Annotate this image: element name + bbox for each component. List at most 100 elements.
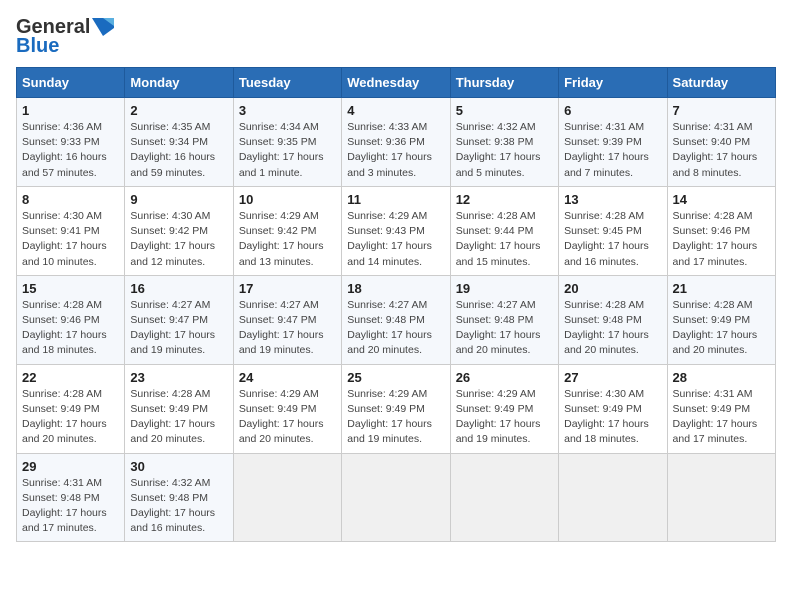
day-cell: 24 Sunrise: 4:29 AM Sunset: 9:49 PM Dayli… [233,364,341,453]
day-number: 18 [347,281,444,296]
day-info: Sunrise: 4:35 AM Sunset: 9:34 PM Dayligh… [130,120,227,181]
day-info: Sunrise: 4:30 AM Sunset: 9:49 PM Dayligh… [564,387,661,448]
day-number: 7 [673,103,770,118]
day-cell: 26 Sunrise: 4:29 AM Sunset: 9:49 PM Dayli… [450,364,558,453]
day-info: Sunrise: 4:29 AM Sunset: 9:49 PM Dayligh… [347,387,444,448]
day-number: 15 [22,281,119,296]
day-cell: 10 Sunrise: 4:29 AM Sunset: 9:42 PM Dayli… [233,186,341,275]
day-cell: 5Sunrise: 4:32 AM Sunset: 9:38 PM Daylig… [450,98,558,187]
day-cell [667,453,775,542]
day-number: 16 [130,281,227,296]
day-cell: 29 Sunrise: 4:31 AM Sunset: 9:48 PM Dayli… [17,453,125,542]
day-cell: 11 Sunrise: 4:29 AM Sunset: 9:43 PM Dayli… [342,186,450,275]
day-number: 19 [456,281,553,296]
day-cell: 28 Sunrise: 4:31 AM Sunset: 9:49 PM Dayli… [667,364,775,453]
day-number: 4 [347,103,444,118]
day-cell: 6Sunrise: 4:31 AM Sunset: 9:39 PM Daylig… [559,98,667,187]
day-info: Sunrise: 4:36 AM Sunset: 9:33 PM Dayligh… [22,120,119,181]
day-number: 20 [564,281,661,296]
day-number: 12 [456,192,553,207]
day-cell [342,453,450,542]
logo: General Blue [16,16,114,57]
calendar-table: SundayMondayTuesdayWednesdayThursdayFrid… [16,67,776,542]
week-row-5: 29 Sunrise: 4:31 AM Sunset: 9:48 PM Dayli… [17,453,776,542]
day-info: Sunrise: 4:28 AM Sunset: 9:45 PM Dayligh… [564,209,661,270]
day-cell [233,453,341,542]
day-number: 17 [239,281,336,296]
day-info: Sunrise: 4:34 AM Sunset: 9:35 PM Dayligh… [239,120,336,181]
day-cell: 15 Sunrise: 4:28 AM Sunset: 9:46 PM Dayli… [17,275,125,364]
day-number: 8 [22,192,119,207]
day-info: Sunrise: 4:27 AM Sunset: 9:48 PM Dayligh… [347,298,444,359]
week-row-1: 1 Sunrise: 4:36 AM Sunset: 9:33 PM Daylig… [17,98,776,187]
day-number: 27 [564,370,661,385]
day-cell: 9Sunrise: 4:30 AM Sunset: 9:42 PM Daylig… [125,186,233,275]
day-cell: 17 Sunrise: 4:27 AM Sunset: 9:47 PM Dayli… [233,275,341,364]
day-cell: 30 Sunrise: 4:32 AM Sunset: 9:48 PM Dayli… [125,453,233,542]
day-cell: 8 Sunrise: 4:30 AM Sunset: 9:41 PM Daylig… [17,186,125,275]
day-cell [559,453,667,542]
day-number: 10 [239,192,336,207]
day-info: Sunrise: 4:33 AM Sunset: 9:36 PM Dayligh… [347,120,444,181]
week-row-3: 15 Sunrise: 4:28 AM Sunset: 9:46 PM Dayli… [17,275,776,364]
day-number: 29 [22,459,119,474]
day-info: Sunrise: 4:31 AM Sunset: 9:39 PM Dayligh… [564,120,661,181]
day-info: Sunrise: 4:29 AM Sunset: 9:42 PM Dayligh… [239,209,336,270]
header-row: SundayMondayTuesdayWednesdayThursdayFrid… [17,68,776,98]
day-cell: 25 Sunrise: 4:29 AM Sunset: 9:49 PM Dayli… [342,364,450,453]
day-number: 26 [456,370,553,385]
logo-blue: Blue [16,35,59,57]
col-header-thursday: Thursday [450,68,558,98]
day-number: 14 [673,192,770,207]
day-number: 25 [347,370,444,385]
col-header-friday: Friday [559,68,667,98]
day-info: Sunrise: 4:28 AM Sunset: 9:48 PM Dayligh… [564,298,661,359]
day-number: 24 [239,370,336,385]
day-info: Sunrise: 4:31 AM Sunset: 9:48 PM Dayligh… [22,476,119,537]
day-info: Sunrise: 4:32 AM Sunset: 9:48 PM Dayligh… [130,476,227,537]
day-number: 11 [347,192,444,207]
day-cell: 21Sunrise: 4:28 AM Sunset: 9:49 PM Dayli… [667,275,775,364]
day-cell: 16 Sunrise: 4:27 AM Sunset: 9:47 PM Dayli… [125,275,233,364]
day-info: Sunrise: 4:28 AM Sunset: 9:46 PM Dayligh… [673,209,770,270]
day-info: Sunrise: 4:29 AM Sunset: 9:43 PM Dayligh… [347,209,444,270]
day-cell: 1 Sunrise: 4:36 AM Sunset: 9:33 PM Daylig… [17,98,125,187]
header: General Blue [16,16,776,57]
day-info: Sunrise: 4:27 AM Sunset: 9:47 PM Dayligh… [239,298,336,359]
day-info: Sunrise: 4:30 AM Sunset: 9:41 PM Dayligh… [22,209,119,270]
day-info: Sunrise: 4:29 AM Sunset: 9:49 PM Dayligh… [456,387,553,448]
day-cell: 20 Sunrise: 4:28 AM Sunset: 9:48 PM Dayli… [559,275,667,364]
day-cell: 4 Sunrise: 4:33 AM Sunset: 9:36 PM Daylig… [342,98,450,187]
day-cell: 2Sunrise: 4:35 AM Sunset: 9:34 PM Daylig… [125,98,233,187]
day-info: Sunrise: 4:28 AM Sunset: 9:49 PM Dayligh… [130,387,227,448]
day-info: Sunrise: 4:31 AM Sunset: 9:49 PM Dayligh… [673,387,770,448]
day-cell: 3Sunrise: 4:34 AM Sunset: 9:35 PM Daylig… [233,98,341,187]
day-number: 1 [22,103,119,118]
day-info: Sunrise: 4:31 AM Sunset: 9:40 PM Dayligh… [673,120,770,181]
day-info: Sunrise: 4:28 AM Sunset: 9:49 PM Dayligh… [673,298,770,359]
day-cell: 18 Sunrise: 4:27 AM Sunset: 9:48 PM Dayli… [342,275,450,364]
day-info: Sunrise: 4:28 AM Sunset: 9:49 PM Dayligh… [22,387,119,448]
day-info: Sunrise: 4:28 AM Sunset: 9:46 PM Dayligh… [22,298,119,359]
day-cell: 14 Sunrise: 4:28 AM Sunset: 9:46 PM Dayli… [667,186,775,275]
day-info: Sunrise: 4:28 AM Sunset: 9:44 PM Dayligh… [456,209,553,270]
day-info: Sunrise: 4:29 AM Sunset: 9:49 PM Dayligh… [239,387,336,448]
day-number: 23 [130,370,227,385]
day-number: 13 [564,192,661,207]
week-row-4: 22 Sunrise: 4:28 AM Sunset: 9:49 PM Dayli… [17,364,776,453]
day-cell: 13 Sunrise: 4:28 AM Sunset: 9:45 PM Dayli… [559,186,667,275]
logo-arrow [92,18,114,36]
day-cell: 27 Sunrise: 4:30 AM Sunset: 9:49 PM Dayli… [559,364,667,453]
day-info: Sunrise: 4:32 AM Sunset: 9:38 PM Dayligh… [456,120,553,181]
col-header-wednesday: Wednesday [342,68,450,98]
day-info: Sunrise: 4:27 AM Sunset: 9:47 PM Dayligh… [130,298,227,359]
day-cell: 12 Sunrise: 4:28 AM Sunset: 9:44 PM Dayli… [450,186,558,275]
col-header-saturday: Saturday [667,68,775,98]
day-cell: 19 Sunrise: 4:27 AM Sunset: 9:48 PM Dayli… [450,275,558,364]
day-number: 30 [130,459,227,474]
day-number: 22 [22,370,119,385]
col-header-tuesday: Tuesday [233,68,341,98]
day-info: Sunrise: 4:27 AM Sunset: 9:48 PM Dayligh… [456,298,553,359]
day-number: 28 [673,370,770,385]
day-cell [450,453,558,542]
